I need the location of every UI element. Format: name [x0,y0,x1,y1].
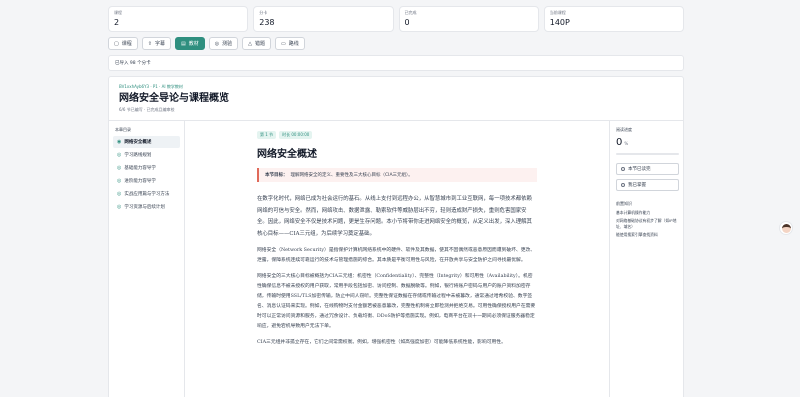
stat-label: 分卡 [259,10,268,15]
import-notice: 已导入 98 个分卡 [108,55,684,71]
assistant-avatar[interactable] [779,221,793,235]
tab-route[interactable]: ▭ 路线 [274,37,305,50]
avatar-face-icon [781,223,791,233]
tab-label: 字幕 [154,41,165,47]
paragraph: 在数字化时代，网络已成为社会运行的基石。从线上支付到远程办公，从智慧城市到工业互… [257,196,532,237]
stat-label: 已完成 [404,10,417,15]
sidebar-item-label: 进阶能力容导学 [124,179,156,184]
stat-card-cards: 分卡 238 [253,6,394,32]
stat-value: 140P [549,18,570,27]
progress-title: 阅读进度 [616,127,632,132]
stats-bar: 课程 2 分卡 238 已完成 0 当前课程 140P [108,6,684,32]
stat-card-courses: 课程 2 [108,6,249,32]
prereq-item: 对网络基础协议有初步了解（如IP地址、域名） [616,218,677,229]
tab-label: 错题 [254,41,265,47]
progress-panel: 阅读进度 0% 本节已读完 我已掌握 前置知识 基本计算机操作能力 对网络基础协… [609,121,683,397]
tab-label: 路线 [288,41,299,47]
route-icon: ▭ [280,40,286,47]
stat-label: 当前课程 [549,10,566,15]
tab-quiz[interactable]: ◎ 测验 [208,37,239,50]
sidebar-item-label: 学习路线规划 [124,153,152,158]
warning-icon: △ [248,40,252,47]
book-icon: ▤ [180,40,186,47]
chapter-sidebar: 本章目录 ◉ 网络安全概述 ◎ 学习路线规划 ◎ 基础能力容导学 ◎ 进阶能力容导学 ◎… [109,121,185,397]
check-circle-icon: ◎ [117,191,122,197]
mark-read-button[interactable]: 本节已读完 [616,163,679,175]
sidebar-item-overview[interactable]: ◉ 网络安全概述 [113,136,180,148]
check-circle-icon: ◎ [117,204,122,210]
quiz-icon: ◎ [214,40,220,47]
circle-icon [621,167,625,171]
check-circle-icon: ◎ [117,165,122,171]
prereq-item: 能使用搜索引擎查找资料 [616,232,658,237]
progress-value: 0% [616,137,679,148]
sidebar-item-label: 网络安全概述 [124,140,152,145]
stat-value: 238 [259,18,275,27]
goal-label: 本节目标： [265,173,288,178]
sidebar-item-label: 实战应用篇与学习方法 [124,192,170,197]
course-icon: ▢ [114,40,119,47]
progress-number: 0 [616,137,623,148]
tab-label: 课程 [121,41,132,47]
tab-mistakes[interactable]: △ 错题 [242,37,271,50]
button-label: 本节已读完 [628,167,651,172]
section-tag: 第 1 节 [257,131,277,139]
prereq-title: 前置知识 [616,201,632,206]
sidebar-item-resources[interactable]: ◎ 学习资源与后续计划 [113,201,180,213]
tab-subtitles[interactable]: ⇪ 字幕 [141,37,171,50]
tab-course[interactable]: ▢ 课程 [108,37,138,50]
sidebar-item-label: 基础能力容导学 [124,166,156,171]
paragraph: CIA三元组并非孤立存在，它们之间常需权衡。例如，增强机密性（如高强度加密）可能… [257,340,506,345]
check-circle-icon: ◎ [117,152,122,158]
button-label: 我已掌握 [628,183,646,188]
sidebar-item-label: 学习资源与后续计划 [124,205,165,210]
course-header: BV1xxhAyb6Y3 · P1 · AI 教学教材 网络安全导论与课程概览 … [109,77,683,121]
section-title: 网络安全概述 [257,149,317,160]
paragraph: 网络安全的三大核心目标被概括为CIA三元组：机密性（Confidentialit… [257,274,536,329]
prereq-item: 基本计算机操作能力 [616,210,651,215]
tab-bar: ▢ 课程 ⇪ 字幕 ▤ 教材 ◎ 测验 △ 错题 ▭ 路线 [108,37,305,50]
goal-text: 理解网络安全的定义、重要性及三大核心目标（CIA三元组）。 [290,173,413,178]
progress-unit: % [624,141,629,146]
course-title: 网络安全导论与课程概览 [119,93,229,104]
stat-label: 课程 [114,10,122,15]
check-circle-icon: ◉ [117,139,122,145]
course-kicker: BV1xxhAyb6Y3 · P1 · AI 教学教材 [119,84,183,89]
circle-icon [621,183,625,187]
sidebar-item-roadmap[interactable]: ◎ 学习路线规划 [113,149,180,161]
paragraph: 网络安全（Network Security）是指保护计算机网络系统中的硬件、软件… [257,248,536,263]
textbook-panel: BV1xxhAyb6Y3 · P1 · AI 教学教材 网络安全导论与课程概览 … [108,76,684,397]
sidebar-title: 本章目录 [115,127,131,132]
progress-bar [616,153,679,155]
check-circle-icon: ◎ [117,178,122,184]
stat-card-completed: 已完成 0 [398,6,539,32]
sidebar-item-practice[interactable]: ◎ 实战应用篇与学习方法 [113,188,180,200]
sidebar-item-basics[interactable]: ◎ 基础能力容导学 [113,162,180,174]
stat-value: 0 [404,18,410,27]
section-goal: 本节目标： 理解网络安全的定义、重要性及三大核心目标（CIA三元组）。 [257,168,537,182]
course-subtitle: 6/6 节已编写 · 已完成且编审校 [119,107,175,112]
tab-label: 教材 [188,41,199,47]
section-meta: 第 1 节 时长 00:00:00 [257,131,537,139]
sidebar-item-advanced[interactable]: ◎ 进阶能力容导学 [113,175,180,187]
stat-value: 2 [114,18,120,27]
section-content: 第 1 节 时长 00:00:00 网络安全概述 本节目标： 理解网络安全的定义、… [185,121,609,397]
stat-card-current: 当前课程 140P [543,6,684,32]
section-time: 时长 00:00:00 [279,131,313,139]
tab-label: 测验 [222,41,233,47]
tab-textbook[interactable]: ▤ 教材 [174,37,205,50]
upload-icon: ⇪ [147,40,152,47]
mastered-button[interactable]: 我已掌握 [616,179,679,191]
